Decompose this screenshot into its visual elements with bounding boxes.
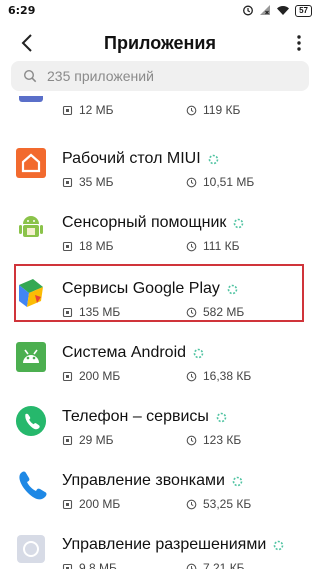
search-input[interactable] [45, 67, 289, 85]
home-icon [15, 147, 47, 179]
more-vertical-icon [297, 35, 301, 51]
app-cache: 16,38 КБ [186, 369, 251, 383]
loading-spinner-icon [273, 540, 284, 550]
list-item-android-system[interactable]: Система Android 200 МБ 16,38 КБ [0, 330, 320, 394]
clock-icon [186, 435, 197, 445]
phone-handset-icon [15, 469, 47, 501]
app-name: Система Android [62, 344, 204, 362]
app-name: Управление звонками [62, 472, 243, 490]
clock-icon [186, 177, 197, 187]
more-options-button[interactable] [290, 30, 308, 56]
app-cache: 7,21 КБ [186, 561, 245, 569]
list-item[interactable]: 12 МБ 119 КБ [0, 96, 320, 128]
android-robot-icon [15, 211, 47, 243]
app-name: Телефон – сервисы [62, 408, 227, 426]
app-name: Управление разрешениями [62, 536, 284, 554]
storage-icon [62, 563, 73, 569]
clock-icon [186, 241, 197, 251]
list-item-miui-home[interactable]: Рабочий стол MIUI 35 МБ 10,51 МБ [0, 136, 320, 200]
loading-spinner-icon [216, 412, 227, 422]
generic-app-icon [15, 96, 47, 107]
app-list[interactable]: 12 МБ 119 КБ Рабочий стол MIUI 35 МБ 10,… [0, 96, 320, 569]
list-item-touch-assistant[interactable]: Сенсорный помощник 18 МБ 111 КБ [0, 200, 320, 264]
app-size: 9,8 МБ [62, 561, 117, 569]
storage-icon [62, 435, 73, 445]
loading-spinner-icon [208, 154, 218, 164]
list-item-phone-services[interactable]: Телефон – сервисы 29 МБ 123 КБ [0, 394, 320, 458]
app-header: Приложения [0, 26, 320, 60]
loading-spinner-icon [232, 476, 243, 486]
storage-icon [62, 241, 73, 251]
signal-x-icon [259, 4, 271, 19]
storage-icon [62, 105, 73, 115]
app-size: 35 МБ [62, 175, 114, 189]
permissions-icon [15, 533, 47, 565]
app-cache: 111 КБ [186, 239, 239, 253]
app-cache: 123 КБ [186, 433, 241, 447]
app-size: 12 МБ [62, 103, 114, 117]
alarm-icon [242, 4, 254, 19]
app-name: Рабочий стол MIUI [62, 150, 219, 168]
selection-highlight-box [14, 264, 304, 322]
clock-icon [186, 563, 197, 569]
app-size: 29 МБ [62, 433, 114, 447]
wifi-icon [276, 4, 290, 19]
loading-spinner-icon [193, 348, 204, 358]
clock-icon [186, 105, 197, 115]
storage-icon [62, 371, 73, 381]
android-system-icon [15, 341, 47, 373]
search-icon [23, 69, 37, 83]
app-size: 18 МБ [62, 239, 114, 253]
app-size: 200 МБ [62, 497, 120, 511]
app-cache: 119 КБ [186, 103, 240, 117]
list-item-permission-management[interactable]: Управление разрешениями 9,8 МБ 7,21 КБ [0, 522, 320, 569]
status-bar: 6:29 57 [0, 0, 320, 22]
clock-icon [186, 371, 197, 381]
status-icons: 57 [242, 3, 312, 19]
page-title: Приложения [104, 33, 216, 53]
app-cache: 53,25 КБ [186, 497, 251, 511]
app-cache: 10,51 МБ [186, 175, 254, 189]
storage-icon [62, 177, 73, 187]
list-item-call-management[interactable]: Управление звонками 200 МБ 53,25 КБ [0, 458, 320, 522]
search-bar[interactable] [11, 61, 309, 91]
battery-indicator: 57 [295, 5, 312, 17]
loading-spinner-icon [234, 218, 244, 228]
phone-icon [15, 405, 47, 437]
app-name: Сенсорный помощник [62, 214, 244, 232]
clock-icon [186, 499, 197, 509]
status-time: 6:29 [8, 4, 36, 17]
app-size: 200 МБ [62, 369, 120, 383]
storage-icon [62, 499, 73, 509]
